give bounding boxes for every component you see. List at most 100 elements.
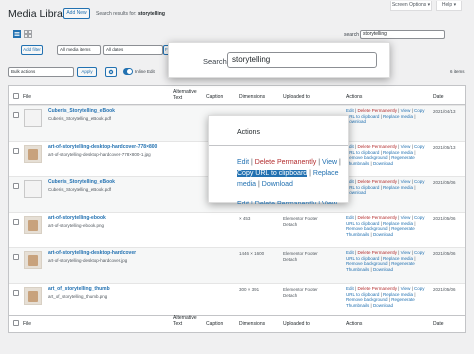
row-action-replace-media[interactable]: Replace media <box>383 292 413 297</box>
detach-link[interactable]: Detach <box>283 293 297 298</box>
search-input[interactable]: storytelling <box>227 52 377 68</box>
search-input-small[interactable]: storytelling <box>360 30 445 39</box>
row-action-remove-background[interactable]: Remove background <box>346 297 388 302</box>
footer-header-actions: Actions <box>346 321 363 327</box>
file-thumbnail[interactable] <box>24 287 42 305</box>
actions-overlay-links: Edit | Delete Permanently | View | Copy … <box>237 159 341 188</box>
file-thumbnail[interactable] <box>24 251 42 269</box>
column-header-alt-text[interactable]: Alternative Text <box>173 89 199 101</box>
list-view-icon[interactable] <box>13 30 21 38</box>
actions-overlay-header: Actions <box>237 129 260 136</box>
footer-header-date[interactable]: Date <box>433 321 444 327</box>
column-header-dimensions[interactable]: Dimensions <box>239 94 265 100</box>
row-action-delete-permanently[interactable]: Delete Permanently <box>357 250 397 255</box>
add-filter-button[interactable]: Add filter <box>21 45 43 55</box>
file-title-link[interactable]: Cuberis_Storytelling_eBook <box>48 108 115 114</box>
grid-view-icon[interactable] <box>24 30 32 38</box>
row-action-download[interactable]: Download <box>373 161 393 166</box>
column-header-file[interactable]: File <box>23 94 31 100</box>
row-action-download[interactable]: Download <box>346 190 366 195</box>
overlay-replace-link[interactable]: Replace <box>313 170 339 177</box>
row-checkbox[interactable] <box>13 219 19 225</box>
file-title-link[interactable]: Cuberis_Storytelling_eBook <box>48 179 115 185</box>
row-action-delete-permanently[interactable]: Delete Permanently <box>357 144 397 149</box>
row-action-view[interactable]: View <box>401 144 411 149</box>
row-checkbox[interactable] <box>13 290 19 296</box>
row-action-download[interactable]: Download <box>373 267 393 272</box>
row-action-delete-permanently[interactable]: Delete Permanently <box>357 179 397 184</box>
bulk-actions-select[interactable]: Bulk actions <box>8 67 74 77</box>
column-header-date[interactable]: Date <box>433 94 444 100</box>
apply-button[interactable]: Apply <box>77 67 97 77</box>
row-action-remove-background[interactable]: Remove background <box>346 226 388 231</box>
row-action-delete-permanently[interactable]: Delete Permanently <box>357 286 397 291</box>
footer-header-dimensions[interactable]: Dimensions <box>239 321 265 327</box>
date-cell: 2021/05/06 <box>433 180 456 185</box>
help-button[interactable]: Help ▾ <box>436 1 462 11</box>
file-thumbnail[interactable] <box>24 145 42 163</box>
action-separator: | <box>413 255 416 261</box>
row-action-edit[interactable]: Edit <box>346 108 354 113</box>
date-cell: 2021/04/13 <box>433 109 456 114</box>
add-new-button[interactable]: Add New <box>63 8 90 19</box>
row-checkbox[interactable] <box>13 112 19 118</box>
overlay-delete-link[interactable]: Delete Permanently <box>255 159 316 166</box>
footer-header-file[interactable]: File <box>23 321 31 327</box>
row-action-replace-media[interactable]: Replace media <box>383 221 413 226</box>
row-action-delete-permanently[interactable]: Delete Permanently <box>357 108 397 113</box>
detach-link[interactable]: Detach <box>283 222 297 227</box>
footer-header-uploaded-to[interactable]: Uploaded to <box>283 321 310 327</box>
row-action-replace-media[interactable]: Replace media <box>383 150 413 155</box>
media-type-select[interactable]: All media items <box>57 45 101 55</box>
uploaded-to-link[interactable]: Elementor Footer <box>283 251 318 256</box>
settings-gear-icon[interactable] <box>105 67 117 77</box>
file-name: art-of-storytelling-desktop-hardcover.jp… <box>48 258 128 263</box>
row-checkbox[interactable] <box>13 254 19 260</box>
overlay-edit-link[interactable]: Edit <box>237 159 249 166</box>
detach-link[interactable]: Detach <box>283 257 297 262</box>
row-action-replace-media[interactable]: Replace media <box>383 114 413 119</box>
uploaded-to-link[interactable]: Elementor Footer <box>283 287 318 292</box>
row-action-view[interactable]: View <box>401 179 411 184</box>
overlay-media-link[interactable]: media <box>237 181 256 188</box>
footer-header-caption[interactable]: Caption <box>206 321 223 327</box>
file-title-link[interactable]: art_of_storytelling_thumb <box>48 286 110 292</box>
row-action-replace-media[interactable]: Replace media <box>383 185 413 190</box>
screen-options-button[interactable]: Screen Options ▾ <box>390 1 432 11</box>
column-header-caption[interactable]: Caption <box>206 94 223 100</box>
file-title-link[interactable]: art-of-storytelling-ebook <box>48 215 106 221</box>
file-thumbnail[interactable] <box>24 109 42 127</box>
row-action-view[interactable]: View <box>401 286 411 291</box>
file-title-link[interactable]: art-of-storytelling-desktop-hardcover <box>48 250 136 256</box>
items-count: 6 items <box>450 69 465 74</box>
overlay-view-link[interactable]: View <box>322 159 337 166</box>
overlay-download-link[interactable]: Download <box>262 181 293 188</box>
select-all-checkbox-footer[interactable] <box>13 320 19 326</box>
row-action-download[interactable]: Download <box>373 303 393 308</box>
row-action-download[interactable]: Download <box>373 232 393 237</box>
row-checkbox[interactable] <box>13 183 19 189</box>
row-action-remove-background[interactable]: Remove background <box>346 261 388 266</box>
file-title-link[interactable]: art-of-storytelling-desktop-hardcover-77… <box>48 144 157 150</box>
row-action-view[interactable]: View <box>401 108 411 113</box>
row-action-download[interactable]: Download <box>346 119 366 124</box>
file-thumbnail[interactable] <box>24 216 42 234</box>
row-action-delete-permanently[interactable]: Delete Permanently <box>357 215 397 220</box>
inline-edit-toggle[interactable] <box>123 68 133 75</box>
row-action-view[interactable]: View <box>401 250 411 255</box>
select-all-checkbox[interactable] <box>13 93 19 99</box>
row-action-edit[interactable]: Edit <box>346 250 354 255</box>
row-action-remove-background[interactable]: Remove background <box>346 155 388 160</box>
search-label: Search <box>203 57 227 66</box>
file-thumbnail[interactable] <box>24 180 42 198</box>
date-select[interactable]: All dates <box>103 45 163 55</box>
row-checkbox[interactable] <box>13 148 19 154</box>
row-action-replace-media[interactable]: Replace media <box>383 256 413 261</box>
row-action-edit[interactable]: Edit <box>346 215 354 220</box>
row-action-view[interactable]: View <box>401 215 411 220</box>
footer-header-alt-text[interactable]: Alternative Text <box>173 315 199 327</box>
row-action-edit[interactable]: Edit <box>346 286 354 291</box>
uploaded-to-link[interactable]: Elementor Footer <box>283 216 318 221</box>
overlay-copy-url-link[interactable]: Copy URL to clipboard <box>237 170 308 177</box>
column-header-uploaded-to[interactable]: Uploaded to <box>283 94 310 100</box>
